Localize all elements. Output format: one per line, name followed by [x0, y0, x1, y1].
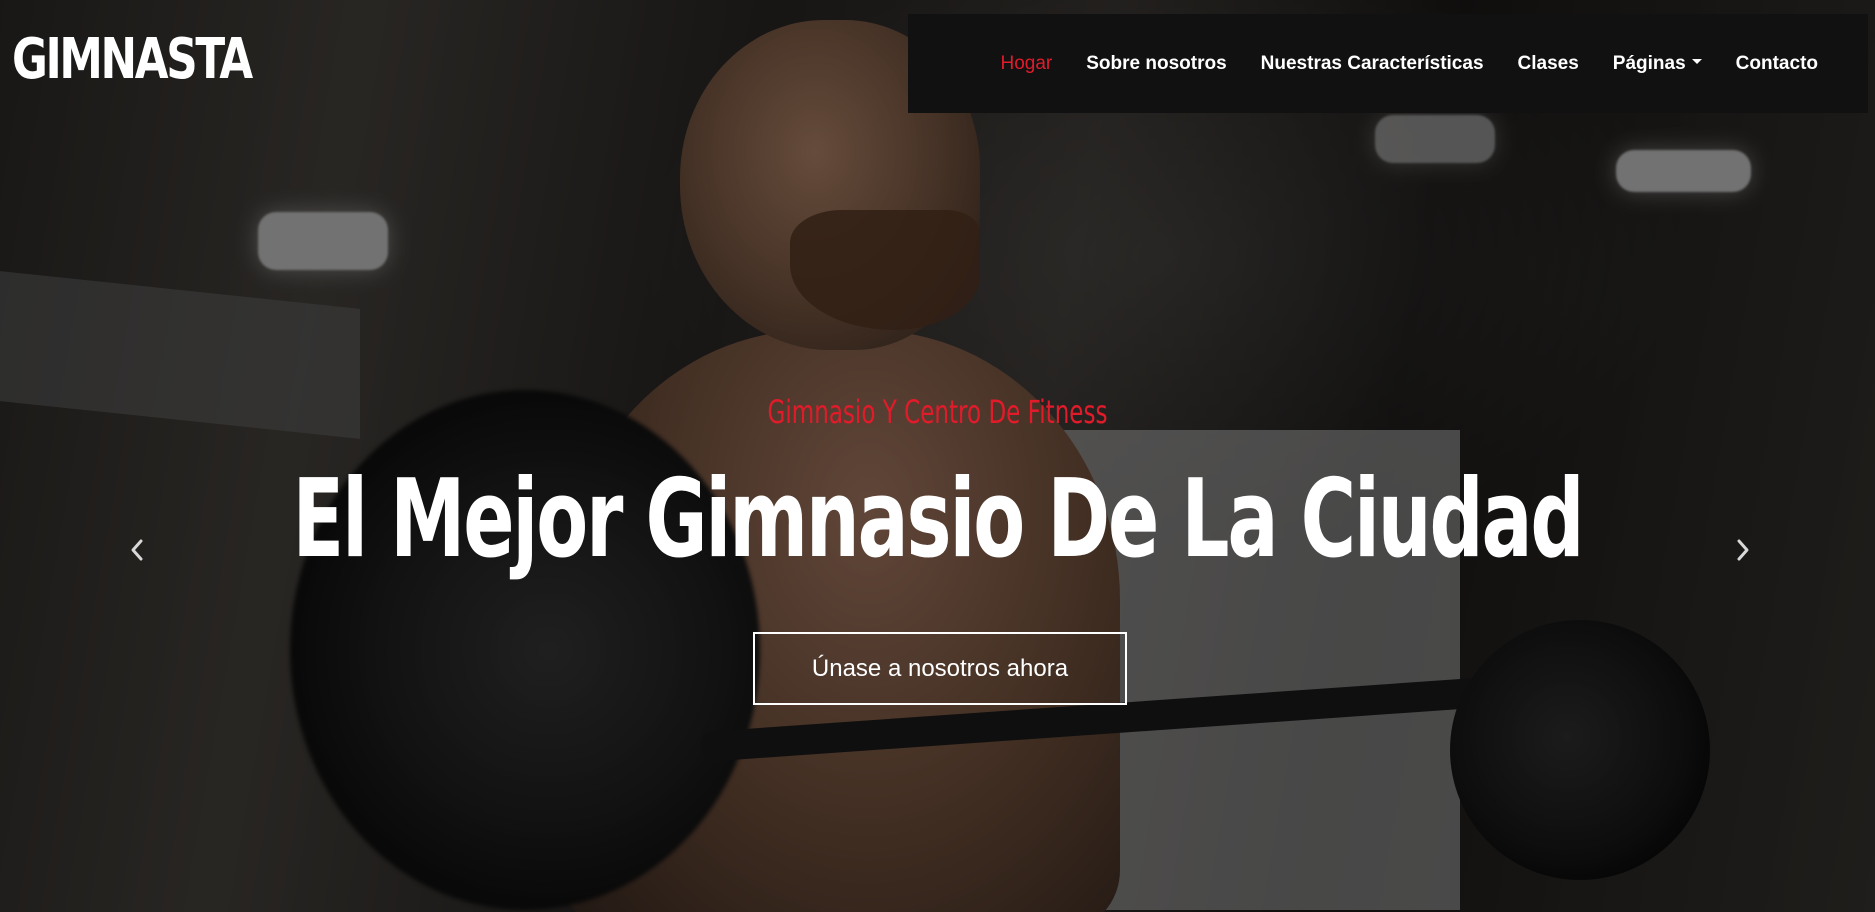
nav-item-label: Sobre nosotros	[1086, 52, 1227, 74]
main-nav: Hogar Sobre nosotros Nuestras Caracterís…	[908, 14, 1868, 113]
nav-item-label: Hogar	[1000, 52, 1053, 74]
nav-item-label: Clases	[1517, 52, 1579, 74]
nav-item-paginas[interactable]: Páginas	[1613, 53, 1702, 75]
carousel-next-button[interactable]	[1728, 535, 1758, 565]
hero-content: Gimnasio Y Centro De Fitness El Mejor Gi…	[0, 0, 1875, 912]
hero-section: GIMNASTA Hogar Sobre nosotros Nuestras C…	[0, 0, 1875, 912]
nav-item-label: Nuestras Características	[1260, 52, 1484, 74]
site-logo[interactable]: GIMNASTA	[12, 32, 253, 88]
nav-item-contacto[interactable]: Contacto	[1736, 53, 1818, 75]
chevron-right-icon	[1737, 539, 1749, 561]
nav-item-label: Contacto	[1735, 52, 1818, 74]
nav-item-clases[interactable]: Clases	[1518, 53, 1579, 75]
nav-item-caracteristicas[interactable]: Nuestras Características	[1261, 53, 1484, 75]
nav-item-hogar[interactable]: Hogar	[1001, 53, 1053, 75]
hero-headline: El Mejor Gimnasio De La Ciudad	[292, 457, 1585, 582]
join-now-button[interactable]: Únase a nosotros ahora	[753, 632, 1127, 705]
hero-subtitle: Gimnasio Y Centro De Fitness	[767, 393, 1108, 431]
nav-item-label: Páginas	[1612, 52, 1686, 74]
caret-down-icon	[1691, 59, 1702, 64]
carousel-prev-button[interactable]	[122, 535, 152, 565]
chevron-left-icon	[131, 539, 143, 561]
nav-item-sobre-nosotros[interactable]: Sobre nosotros	[1086, 53, 1226, 75]
